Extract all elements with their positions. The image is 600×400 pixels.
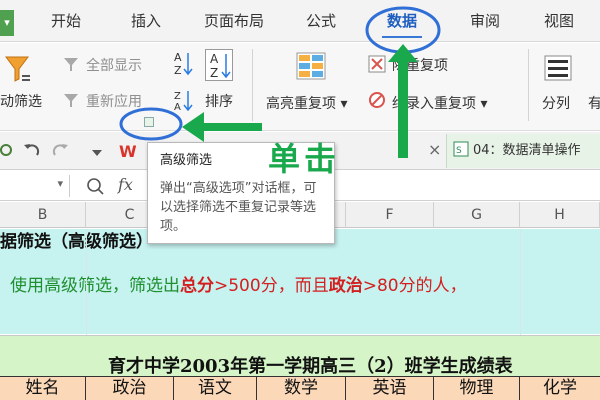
click-annotation-label: 单击 (268, 140, 341, 178)
launcher-highlight-circle (119, 107, 183, 141)
up-arrow-icon (388, 44, 418, 158)
left-arrow-icon (182, 112, 262, 142)
tutorial-annotation-overlay (119, 6, 441, 158)
